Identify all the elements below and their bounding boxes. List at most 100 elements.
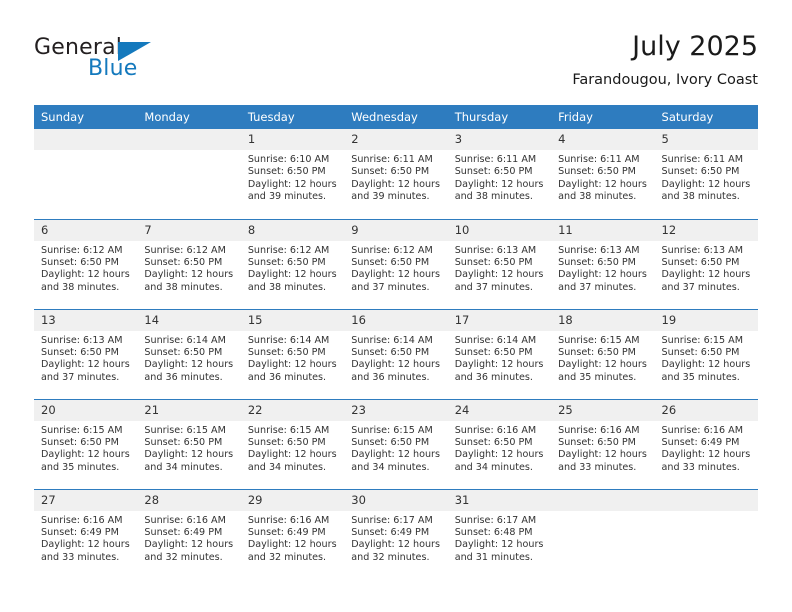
- calendar-day-cell[interactable]: 7 Sunrise: 6:12 AM Sunset: 6:50 PM Daylight…: [137, 218, 241, 309]
- daylight-text-line2: and 33 minutes.: [558, 461, 637, 473]
- day-details: Sunrise: 6:14 AM Sunset: 6:50 PM Daylight:…: [448, 331, 551, 385]
- daylight-text-line1: Daylight: 12 hours: [247, 178, 337, 190]
- sunrise-text: Sunrise: 6:12 AM: [247, 244, 330, 256]
- sunset-text: Sunset: 6:49 PM: [351, 526, 430, 538]
- calendar-day-cell[interactable]: 1 Sunrise: 6:10 AM Sunset: 6:50 PM Daylight…: [240, 129, 345, 219]
- calendar-day-cell[interactable]: 15 Sunrise: 6:14 AM Sunset: 6:50 PM Dayligh…: [240, 308, 345, 399]
- daylight-text-line1: Daylight: 12 hours: [454, 178, 544, 190]
- day-number: 24: [447, 399, 552, 421]
- calendar-day-cell[interactable]: 26 Sunrise: 6:16 AM Sunset: 6:49 PM Dayligh…: [654, 398, 758, 489]
- calendar-day-cell[interactable]: 10 Sunrise: 6:13 AM Sunset: 6:50 PM Dayligh…: [447, 218, 552, 309]
- sunrise-text: Sunrise: 6:17 AM: [351, 514, 433, 526]
- sunrise-text: Sunrise: 6:16 AM: [247, 514, 330, 526]
- daylight-text-line1: Daylight: 12 hours: [661, 449, 751, 461]
- daylight-text-line2: and 38 minutes.: [558, 191, 637, 203]
- day-number: 17: [447, 309, 552, 331]
- daylight-text-line2: and 33 minutes.: [41, 551, 120, 563]
- calendar-day-cell[interactable]: 28 Sunrise: 6:16 AM Sunset: 6:49 PM Dayligh…: [137, 488, 241, 579]
- daylight-text-line1: Daylight: 12 hours: [351, 539, 440, 551]
- day-details: Sunrise: 6:15 AM Sunset: 6:50 PM Daylight:…: [551, 331, 654, 385]
- day-details: Sunrise: 6:14 AM Sunset: 6:50 PM Daylight:…: [241, 331, 344, 385]
- sunset-text: Sunset: 6:50 PM: [661, 166, 740, 178]
- title-block: July 2025 Farandougou, Ivory Coast: [572, 30, 758, 89]
- day-details: Sunrise: 6:11 AM Sunset: 6:50 PM Daylight:…: [655, 150, 758, 204]
- sunset-text: Sunset: 6:50 PM: [351, 256, 430, 268]
- calendar-empty-cell: [137, 129, 241, 219]
- daylight-text-line1: Daylight: 12 hours: [661, 359, 751, 371]
- calendar-day-cell[interactable]: 29 Sunrise: 6:16 AM Sunset: 6:49 PM Dayligh…: [240, 488, 345, 579]
- daylight-text-line2: and 38 minutes.: [247, 281, 327, 293]
- day-details: Sunrise: 6:12 AM Sunset: 6:50 PM Daylight:…: [137, 241, 240, 295]
- sunrise-text: Sunrise: 6:16 AM: [41, 514, 123, 526]
- general-blue-logo[interactable]: General Blue: [34, 36, 194, 86]
- daylight-text-line2: and 32 minutes.: [351, 551, 430, 563]
- calendar-day-cell[interactable]: 9 Sunrise: 6:12 AM Sunset: 6:50 PM Daylight…: [344, 218, 448, 309]
- calendar-day-cell[interactable]: 25 Sunrise: 6:16 AM Sunset: 6:50 PM Dayligh…: [551, 398, 655, 489]
- calendar-day-cell[interactable]: 3 Sunrise: 6:11 AM Sunset: 6:50 PM Daylight…: [447, 129, 552, 219]
- sunrise-text: Sunrise: 6:12 AM: [41, 244, 123, 256]
- sunrise-text: Sunrise: 6:16 AM: [454, 424, 537, 436]
- day-details: Sunrise: 6:15 AM Sunset: 6:50 PM Daylight:…: [241, 421, 344, 475]
- sunset-text: Sunset: 6:50 PM: [144, 346, 223, 358]
- weekday-header-friday: Friday: [551, 105, 655, 129]
- calendar-week-row: 27 Sunrise: 6:16 AM Sunset: 6:49 PM Dayligh…: [34, 488, 758, 579]
- day-details: Sunrise: 6:10 AM Sunset: 6:50 PM Daylight:…: [241, 150, 344, 204]
- calendar-day-cell[interactable]: 5 Sunrise: 6:11 AM Sunset: 6:50 PM Daylight…: [654, 129, 758, 219]
- calendar-day-cell[interactable]: 19 Sunrise: 6:15 AM Sunset: 6:50 PM Dayligh…: [654, 308, 758, 399]
- day-details: Sunrise: 6:12 AM Sunset: 6:50 PM Daylight:…: [241, 241, 344, 295]
- calendar-day-cell[interactable]: 31 Sunrise: 6:17 AM Sunset: 6:48 PM Dayligh…: [447, 488, 552, 579]
- sunrise-text: Sunrise: 6:15 AM: [144, 424, 226, 436]
- weekday-header-wednesday: Wednesday: [344, 105, 448, 129]
- calendar-day-cell[interactable]: 30 Sunrise: 6:17 AM Sunset: 6:49 PM Dayligh…: [344, 488, 448, 579]
- daylight-text-line1: Daylight: 12 hours: [351, 449, 440, 461]
- calendar-day-cell[interactable]: 21 Sunrise: 6:15 AM Sunset: 6:50 PM Dayligh…: [137, 398, 241, 489]
- sunrise-text: Sunrise: 6:11 AM: [661, 154, 744, 165]
- daylight-text-line1: Daylight: 12 hours: [247, 539, 337, 551]
- daylight-text-line1: Daylight: 12 hours: [454, 269, 544, 281]
- calendar-day-cell[interactable]: 11 Sunrise: 6:13 AM Sunset: 6:50 PM Dayligh…: [551, 218, 655, 309]
- calendar-day-cell[interactable]: 2 Sunrise: 6:11 AM Sunset: 6:50 PM Daylight…: [344, 129, 448, 219]
- weekday-header-row: Sunday Monday Tuesday Wednesday Thursday…: [34, 105, 758, 129]
- daylight-text-line2: and 34 minutes.: [247, 461, 327, 473]
- calendar-day-cell[interactable]: 20 Sunrise: 6:15 AM Sunset: 6:50 PM Dayligh…: [34, 398, 138, 489]
- sunrise-text: Sunrise: 6:15 AM: [558, 334, 640, 346]
- daylight-text-line2: and 38 minutes.: [454, 191, 533, 203]
- daylight-text-line2: and 38 minutes.: [144, 281, 223, 293]
- calendar-day-cell[interactable]: 24 Sunrise: 6:16 AM Sunset: 6:50 PM Dayligh…: [447, 398, 552, 489]
- daylight-text-line1: Daylight: 12 hours: [558, 178, 647, 190]
- day-number: 13: [34, 309, 138, 331]
- sunrise-text: Sunrise: 6:11 AM: [351, 154, 433, 165]
- calendar-day-cell[interactable]: 16 Sunrise: 6:14 AM Sunset: 6:50 PM Dayligh…: [344, 308, 448, 399]
- sunrise-text: Sunrise: 6:13 AM: [558, 244, 640, 256]
- day-details: Sunrise: 6:15 AM Sunset: 6:50 PM Daylight:…: [655, 331, 758, 385]
- day-details: Sunrise: 6:16 AM Sunset: 6:49 PM Daylight:…: [241, 511, 344, 565]
- calendar-day-cell[interactable]: 23 Sunrise: 6:15 AM Sunset: 6:50 PM Dayligh…: [344, 398, 448, 489]
- calendar-day-cell[interactable]: 22 Sunrise: 6:15 AM Sunset: 6:50 PM Dayligh…: [240, 398, 345, 489]
- calendar-day-cell[interactable]: 13 Sunrise: 6:13 AM Sunset: 6:50 PM Dayligh…: [34, 308, 138, 399]
- day-details: Sunrise: 6:16 AM Sunset: 6:49 PM Daylight:…: [34, 511, 137, 565]
- calendar-day-cell[interactable]: 6 Sunrise: 6:12 AM Sunset: 6:50 PM Daylight…: [34, 218, 138, 309]
- day-number: 18: [551, 309, 655, 331]
- sunset-text: Sunset: 6:50 PM: [558, 256, 636, 268]
- calendar-day-cell[interactable]: 18 Sunrise: 6:15 AM Sunset: 6:50 PM Dayligh…: [551, 308, 655, 399]
- sunset-text: Sunset: 6:50 PM: [454, 166, 533, 178]
- day-details: Sunrise: 6:15 AM Sunset: 6:50 PM Daylight:…: [137, 421, 240, 475]
- sunrise-text: Sunrise: 6:16 AM: [558, 424, 640, 436]
- day-number: 9: [344, 219, 448, 241]
- sunset-text: Sunset: 6:50 PM: [454, 256, 533, 268]
- daylight-text-line2: and 37 minutes.: [454, 281, 533, 293]
- calendar-day-cell[interactable]: 14 Sunrise: 6:14 AM Sunset: 6:50 PM Dayligh…: [137, 308, 241, 399]
- calendar-day-cell[interactable]: 8 Sunrise: 6:12 AM Sunset: 6:50 PM Daylight…: [240, 218, 345, 309]
- calendar-day-cell[interactable]: 12 Sunrise: 6:13 AM Sunset: 6:50 PM Dayligh…: [654, 218, 758, 309]
- daylight-text-line1: Daylight: 12 hours: [41, 539, 130, 551]
- calendar-day-cell[interactable]: 17 Sunrise: 6:14 AM Sunset: 6:50 PM Dayligh…: [447, 308, 552, 399]
- calendar-day-cell[interactable]: 4 Sunrise: 6:11 AM Sunset: 6:50 PM Daylight…: [551, 129, 655, 219]
- sunset-text: Sunset: 6:50 PM: [558, 436, 636, 448]
- day-number: 5: [654, 129, 758, 150]
- day-details: Sunrise: 6:13 AM Sunset: 6:50 PM Daylight:…: [655, 241, 758, 295]
- sunset-text: Sunset: 6:50 PM: [247, 166, 326, 178]
- daylight-text-line1: Daylight: 12 hours: [247, 359, 337, 371]
- day-number: 22: [240, 399, 345, 421]
- calendar-day-cell[interactable]: 27 Sunrise: 6:16 AM Sunset: 6:49 PM Dayligh…: [34, 488, 138, 579]
- daylight-text-line1: Daylight: 12 hours: [351, 269, 440, 281]
